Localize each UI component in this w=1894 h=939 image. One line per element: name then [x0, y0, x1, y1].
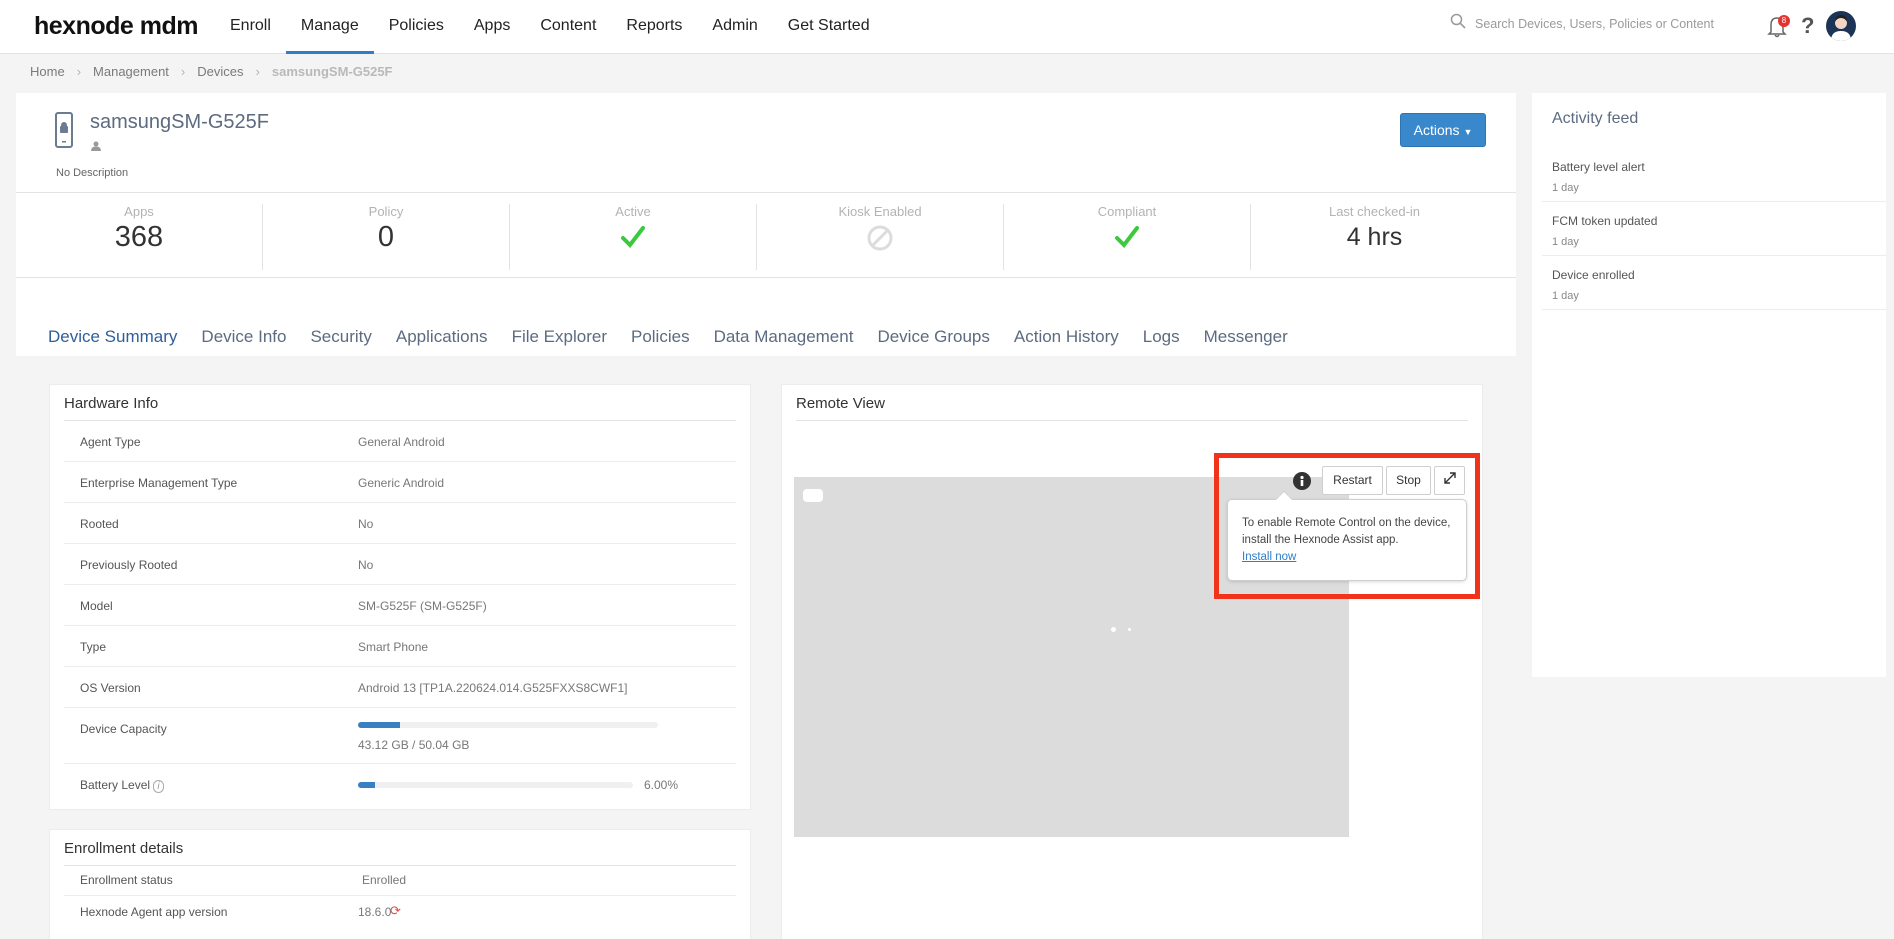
refresh-icon[interactable]: ⟳	[390, 903, 401, 919]
activity-feed-title: Activity feed	[1552, 110, 1639, 127]
breadcrumb-devices[interactable]: Devices	[197, 64, 243, 79]
hexnode-logo[interactable]: hexnode mdm	[34, 12, 198, 41]
user-icon	[91, 141, 101, 154]
bell-icon[interactable]: 8	[1767, 13, 1790, 39]
check-icon	[1004, 225, 1250, 254]
restart-button[interactable]: Restart	[1322, 466, 1383, 495]
hw-row-model: Model SM-G525F (SM-G525F)	[64, 585, 736, 626]
remote-control-tooltip: To enable Remote Control on the device, …	[1227, 490, 1467, 581]
expand-icon	[1443, 472, 1456, 487]
enr-row-status: Enrollment status Enrolled	[64, 866, 736, 896]
nav-get-started[interactable]: Get Started	[773, 0, 885, 54]
nav-manage[interactable]: Manage	[285, 0, 374, 54]
battery-bar	[358, 782, 633, 788]
hw-row-battery-level: Battery Level i 6.00%	[64, 764, 736, 805]
hardware-info-card: Hardware Info Agent Type General Android …	[49, 384, 751, 810]
install-now-link[interactable]: Install now	[1242, 551, 1296, 563]
activity-feed: Activity feed Battery level alert 1 day F…	[1532, 93, 1886, 677]
feed-item[interactable]: Device enrolled 1 day	[1542, 256, 1886, 310]
enr-row-agent-version: Hexnode Agent app version 18.6.0 ⟳	[80, 903, 401, 919]
chevron-right-icon: ›	[76, 64, 82, 79]
search-input[interactable]: Search Devices, Users, Policies or Conte…	[1475, 17, 1714, 31]
android-phone-icon	[55, 112, 73, 148]
stop-button[interactable]: Stop	[1386, 466, 1431, 495]
enrollment-details-card: Enrollment details Enrollment status Enro…	[49, 829, 751, 939]
avatar[interactable]	[1826, 11, 1857, 41]
main-nav: Enroll Manage Policies Apps Content Repo…	[215, 0, 885, 54]
feed-item[interactable]: Battery level alert 1 day	[1542, 148, 1886, 202]
breadcrumb: Home › Management › Devices › samsungSM-…	[30, 64, 393, 79]
toggle-icon[interactable]	[803, 489, 823, 502]
stat-active: Active	[510, 204, 757, 270]
capacity-bar	[358, 722, 658, 728]
nav-apps[interactable]: Apps	[459, 0, 525, 54]
stat-apps[interactable]: Apps 368	[16, 204, 263, 270]
chevron-right-icon: ›	[255, 64, 260, 79]
hw-row-rooted: Rooted No	[64, 503, 736, 544]
battery-bar-fill	[358, 782, 375, 788]
capacity-bar-fill	[358, 722, 400, 728]
remote-view-title: Remote View	[796, 395, 885, 412]
device-user	[91, 141, 101, 154]
summary-content: Hardware Info Agent Type General Android …	[16, 356, 1516, 939]
help-icon[interactable]: ?	[1801, 13, 1814, 39]
notification-badge: 8	[1778, 15, 1790, 27]
caret-down-icon: ▼	[1463, 127, 1473, 137]
nav-content[interactable]: Content	[525, 0, 611, 54]
loading-dots-icon	[1111, 627, 1131, 632]
hw-row-previously-rooted: Previously Rooted No	[64, 544, 736, 585]
chevron-right-icon: ›	[180, 64, 186, 79]
check-icon	[510, 225, 756, 254]
hw-row-device-capacity: Device Capacity 43.12 GB / 50.04 GB	[64, 708, 736, 764]
hw-row-enterprise-type: Enterprise Management Type Generic Androi…	[64, 462, 736, 503]
expand-button[interactable]	[1434, 466, 1465, 495]
nav-policies[interactable]: Policies	[374, 0, 459, 54]
search-box[interactable]: Search Devices, Users, Policies or Conte…	[1450, 13, 1714, 34]
device-name: samsungSM-G525F	[90, 111, 269, 133]
header-icons: 8 ?	[1767, 11, 1857, 41]
policy-count: 0	[377, 221, 395, 253]
breadcrumb-current: samsungSM-G525F	[271, 64, 393, 79]
breadcrumb-home[interactable]: Home	[30, 64, 65, 79]
breadcrumb-management[interactable]: Management	[93, 64, 169, 79]
hw-row-type: Type Smart Phone	[64, 626, 736, 667]
actions-button[interactable]: Actions ▼	[1400, 113, 1486, 147]
nav-admin[interactable]: Admin	[697, 0, 772, 54]
stat-last-checked-in: Last checked-in 4 hrs	[1251, 204, 1498, 270]
top-navbar: hexnode mdm Enroll Manage Policies Apps …	[0, 0, 1894, 54]
stat-kiosk: Kiosk Enabled	[757, 204, 1004, 270]
battery-level-label: Battery Level i	[80, 778, 164, 793]
stat-compliant: Compliant	[1004, 204, 1251, 270]
info-icon[interactable]: i	[153, 780, 164, 793]
feed-item[interactable]: FCM token updated 1 day	[1542, 202, 1886, 256]
hardware-info-title: Hardware Info	[64, 395, 159, 412]
device-header: samsungSM-G525F No Description Actions ▼	[16, 93, 1516, 193]
hw-row-agent-type: Agent Type General Android	[64, 421, 736, 462]
info-icon[interactable]	[1293, 472, 1311, 490]
battery-value: 6.00%	[644, 778, 679, 792]
hw-row-os-version: OS Version Android 13 [TP1A.220624.014.G5…	[64, 667, 736, 708]
stat-policy[interactable]: Policy 0	[263, 204, 510, 270]
stats-bar: Apps 368 Policy 0 Active Kiosk Enabled C…	[16, 194, 1516, 278]
nav-reports[interactable]: Reports	[611, 0, 697, 54]
last-checked-value: 4 hrs	[1346, 223, 1403, 251]
device-description: No Description	[56, 167, 129, 179]
disabled-icon	[757, 224, 1003, 257]
nav-enroll[interactable]: Enroll	[215, 0, 286, 54]
enrollment-details-title: Enrollment details	[64, 840, 184, 857]
apps-count: 368	[114, 221, 164, 253]
search-icon	[1450, 13, 1466, 34]
